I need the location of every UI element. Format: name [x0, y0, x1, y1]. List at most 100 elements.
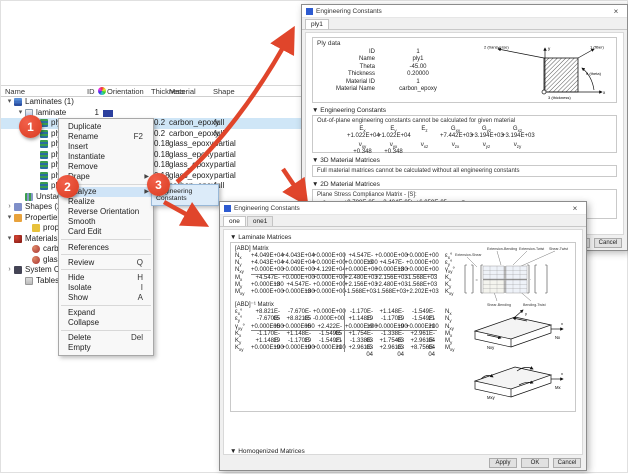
- close-icon[interactable]: ×: [609, 7, 623, 16]
- tree-row[interactable]: ply4 0.18 glass_epoxy partial: [1, 150, 336, 161]
- color-chip[interactable]: [103, 109, 113, 117]
- col-name[interactable]: Name: [5, 87, 25, 96]
- tree-expander-icon[interactable]: ▾: [5, 97, 14, 108]
- constant-header: Gxy: [450, 126, 461, 134]
- menu-item[interactable]: Card Edit: [59, 227, 153, 237]
- tree-expander-icon[interactable]: ▾: [5, 213, 14, 224]
- out-of-plane-note: Out-of-plane engineering constants canno…: [317, 118, 516, 124]
- tree-item-icon: [14, 98, 22, 107]
- tab-one[interactable]: one: [223, 216, 246, 226]
- tree-item-icon: [32, 255, 40, 264]
- menu-item[interactable]: Expand: [59, 308, 153, 318]
- col-material[interactable]: Material: [169, 87, 196, 96]
- menu-item[interactable]: References: [59, 242, 153, 252]
- tab-one1[interactable]: one1: [246, 216, 274, 226]
- laminate-matrices-section[interactable]: ▼ Laminate Matrices: [230, 234, 576, 241]
- menu-item[interactable]: Show A: [59, 292, 153, 302]
- menu-item[interactable]: [61, 329, 151, 331]
- tree-item-icon: [40, 150, 48, 159]
- field-label: ID: [369, 49, 375, 55]
- menu-item[interactable]: Reverse Orientation: [59, 207, 153, 217]
- constant-header: Ez: [421, 126, 428, 134]
- tree-item-shape: partial: [214, 160, 236, 169]
- tree-row[interactable]: ▾ laminate 1: [1, 108, 336, 119]
- dialog-footer: Apply OK Cancel: [489, 458, 581, 468]
- matrices-3d-note: Full material matrices cannot be calcula…: [317, 168, 520, 174]
- tree-expander-icon[interactable]: ›: [5, 202, 14, 213]
- menu-item[interactable]: Review Q: [59, 257, 153, 267]
- dialog-tabs: ply1: [302, 18, 627, 30]
- color-chip[interactable]: [103, 99, 113, 106]
- menu-item[interactable]: [61, 269, 151, 271]
- matrices-3d-box: Full material matrices cannot be calcula…: [312, 165, 617, 177]
- tree-item-thickness: 0.18: [154, 149, 170, 159]
- menu-item[interactable]: Realize: [59, 197, 153, 207]
- matrices-3d-section[interactable]: ▼ 3D Material Matrices: [312, 157, 617, 164]
- tree-item-thickness: 0.18: [154, 160, 170, 169]
- engineering-constants-box: Out-of-plane engineering constants canno…: [312, 115, 617, 156]
- poisson-header: νzy: [513, 142, 522, 150]
- menu-item-label: Review: [68, 257, 95, 267]
- menu-item[interactable]: Smooth: [59, 217, 153, 227]
- tree-row[interactable]: ply5 0.18 glass_epoxy partial: [1, 160, 336, 171]
- tab-ply1[interactable]: ply1: [305, 19, 329, 29]
- menu-item[interactable]: Hide H: [59, 272, 153, 282]
- menu-item[interactable]: Rename F2: [59, 131, 153, 141]
- matrices-2d-section[interactable]: ▼ 2D Material Matrices: [312, 181, 617, 188]
- homogenized-matrices-section[interactable]: ▼ Homogenized Matrices: [230, 448, 576, 454]
- menu-item[interactable]: [61, 254, 151, 256]
- tree-item-icon: [14, 234, 22, 243]
- menu-item[interactable]: Delete Del: [59, 333, 153, 343]
- svg-text:y: y: [548, 46, 551, 51]
- menu-item[interactable]: [61, 239, 151, 241]
- svg-text:x: x: [561, 321, 563, 326]
- field-value: ply1: [412, 56, 424, 63]
- dialog-titlebar[interactable]: Engineering Constants ×: [302, 5, 627, 18]
- menu-item[interactable]: Insert: [59, 141, 153, 151]
- dialog-button[interactable]: Apply: [489, 458, 517, 468]
- svg-text:x: x: [561, 371, 563, 376]
- tree-row[interactable]: ▾ Laminates (1): [1, 97, 336, 108]
- dialog-button[interactable]: Cancel: [594, 238, 622, 248]
- dialog-titlebar[interactable]: Engineering Constants ×: [220, 202, 586, 215]
- field-value: 1: [416, 49, 420, 55]
- svg-text:Extension-Bending: Extension-Bending: [487, 247, 517, 251]
- tree-item-shape: partial: [214, 170, 236, 180]
- menu-item[interactable]: Duplicate: [59, 121, 153, 131]
- poisson-value: [409, 149, 440, 156]
- close-icon[interactable]: ×: [568, 204, 582, 213]
- step-badge-2: 2: [56, 175, 79, 198]
- tree-expander-icon[interactable]: ›: [5, 265, 14, 276]
- menu-shortcut: F2: [133, 131, 143, 141]
- dialog-button[interactable]: OK: [521, 458, 549, 468]
- menu-item-label: References: [68, 242, 109, 252]
- tree-item-shape: partial: [214, 149, 236, 159]
- menu-item-label: Instantiate: [68, 151, 105, 161]
- dialog-title: Engineering Constants: [316, 7, 382, 15]
- tree-row[interactable]: ply1 -45.0 0.2 carbon_epoxy full: [1, 118, 336, 129]
- tree-row[interactable]: ply3 0.18 glass_epoxy partial: [1, 139, 336, 150]
- menu-shortcut: Del: [130, 333, 143, 343]
- dialog-button[interactable]: Cancel: [553, 458, 581, 468]
- menu-item[interactable]: Remove: [59, 161, 153, 171]
- menu-item-label: Insert: [68, 141, 89, 151]
- menu-item[interactable]: [61, 304, 151, 306]
- menu-item-label: Expand: [68, 308, 96, 318]
- svg-text:θ (theta): θ (theta): [586, 71, 602, 76]
- engineering-constants-section[interactable]: ▼ Engineering Constants: [312, 107, 617, 114]
- menu-item[interactable]: Collapse: [59, 318, 153, 328]
- menu-item[interactable]: Empty: [59, 343, 153, 353]
- col-shape[interactable]: Shape: [213, 87, 235, 96]
- tree-expander-icon[interactable]: ▾: [5, 234, 14, 245]
- col-id[interactable]: ID: [87, 87, 95, 96]
- field-label: Theta: [359, 63, 375, 70]
- menu-item[interactable]: Instantiate: [59, 151, 153, 161]
- tree-item-material: glass_epoxy: [169, 149, 214, 159]
- tree-item-icon: [14, 203, 22, 212]
- menu-item[interactable]: Isolate I: [59, 282, 153, 292]
- menu-shortcut: I: [140, 282, 143, 292]
- field-value: carbon_epoxy: [399, 85, 437, 92]
- dialog-title: Engineering Constants: [234, 204, 300, 212]
- col-orientation[interactable]: Orientation: [107, 87, 144, 96]
- tree-row[interactable]: ply2 0.2 carbon_epoxy full: [1, 129, 336, 140]
